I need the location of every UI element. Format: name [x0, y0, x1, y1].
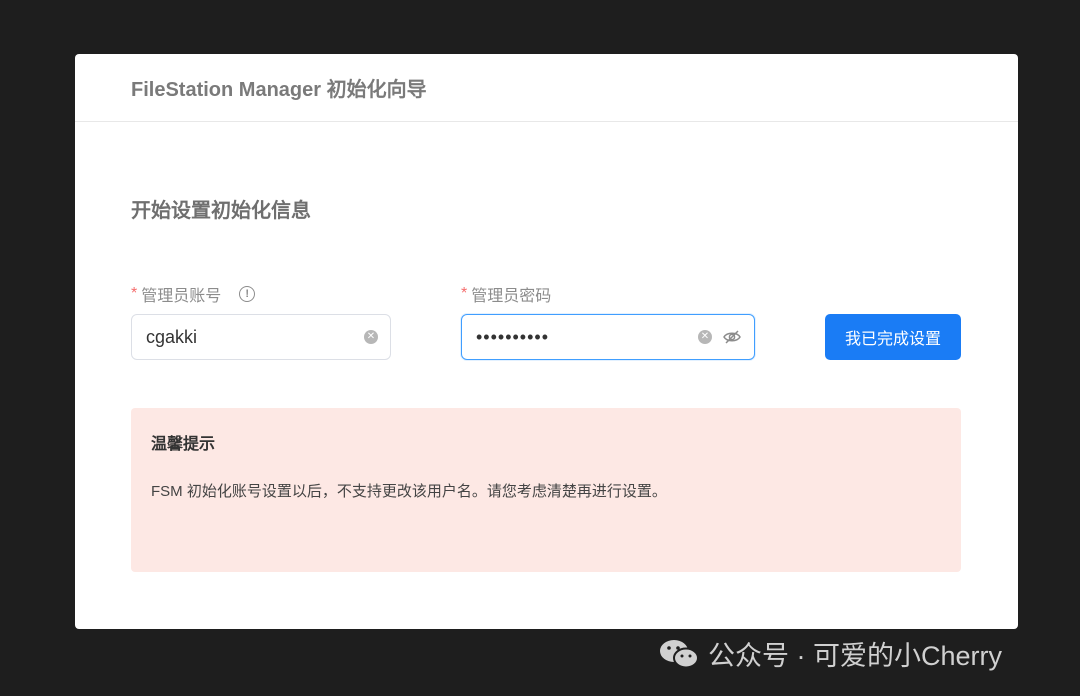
- complete-setup-button[interactable]: 我已完成设置: [825, 314, 961, 360]
- alert-message: FSM 初始化账号设置以后，不支持更改该用户名。请您考虑清楚再进行设置。: [151, 483, 667, 500]
- eye-off-icon[interactable]: [722, 327, 742, 347]
- dialog-header: FileStation Manager 初始化向导: [75, 54, 1018, 122]
- password-label: * 管理员密码: [461, 282, 551, 306]
- watermark-text: 公众号 · 可爱的小Cherry: [708, 641, 1003, 671]
- watermark: 公众号 · 可爱的小Cherry: [658, 634, 1002, 673]
- password-label-text: 管理员密码: [471, 288, 552, 305]
- account-label-text: 管理员账号: [141, 288, 222, 305]
- info-icon[interactable]: !: [239, 286, 256, 302]
- setup-dialog: FileStation Manager 初始化向导 开始设置初始化信息 * 管理…: [75, 54, 1018, 629]
- required-mark: *: [461, 285, 468, 302]
- account-clear-icon[interactable]: ✕: [364, 330, 378, 344]
- account-input-value[interactable]: cgakki: [146, 327, 356, 348]
- account-label: * 管理员账号 !: [131, 282, 256, 306]
- section-title: 开始设置初始化信息: [131, 200, 311, 222]
- required-mark: *: [131, 285, 138, 302]
- alert-title: 温馨提示: [151, 436, 216, 453]
- password-clear-icon[interactable]: ✕: [698, 330, 712, 344]
- dialog-title: FileStation Manager 初始化向导: [131, 79, 427, 101]
- wechat-icon: [658, 637, 700, 671]
- account-input[interactable]: cgakki ✕: [131, 314, 391, 360]
- password-input[interactable]: •••••••••• ✕: [461, 314, 755, 360]
- password-input-value[interactable]: ••••••••••: [476, 327, 690, 348]
- warning-alert: 温馨提示 FSM 初始化账号设置以后，不支持更改该用户名。请您考虑清楚再进行设置…: [131, 408, 961, 572]
